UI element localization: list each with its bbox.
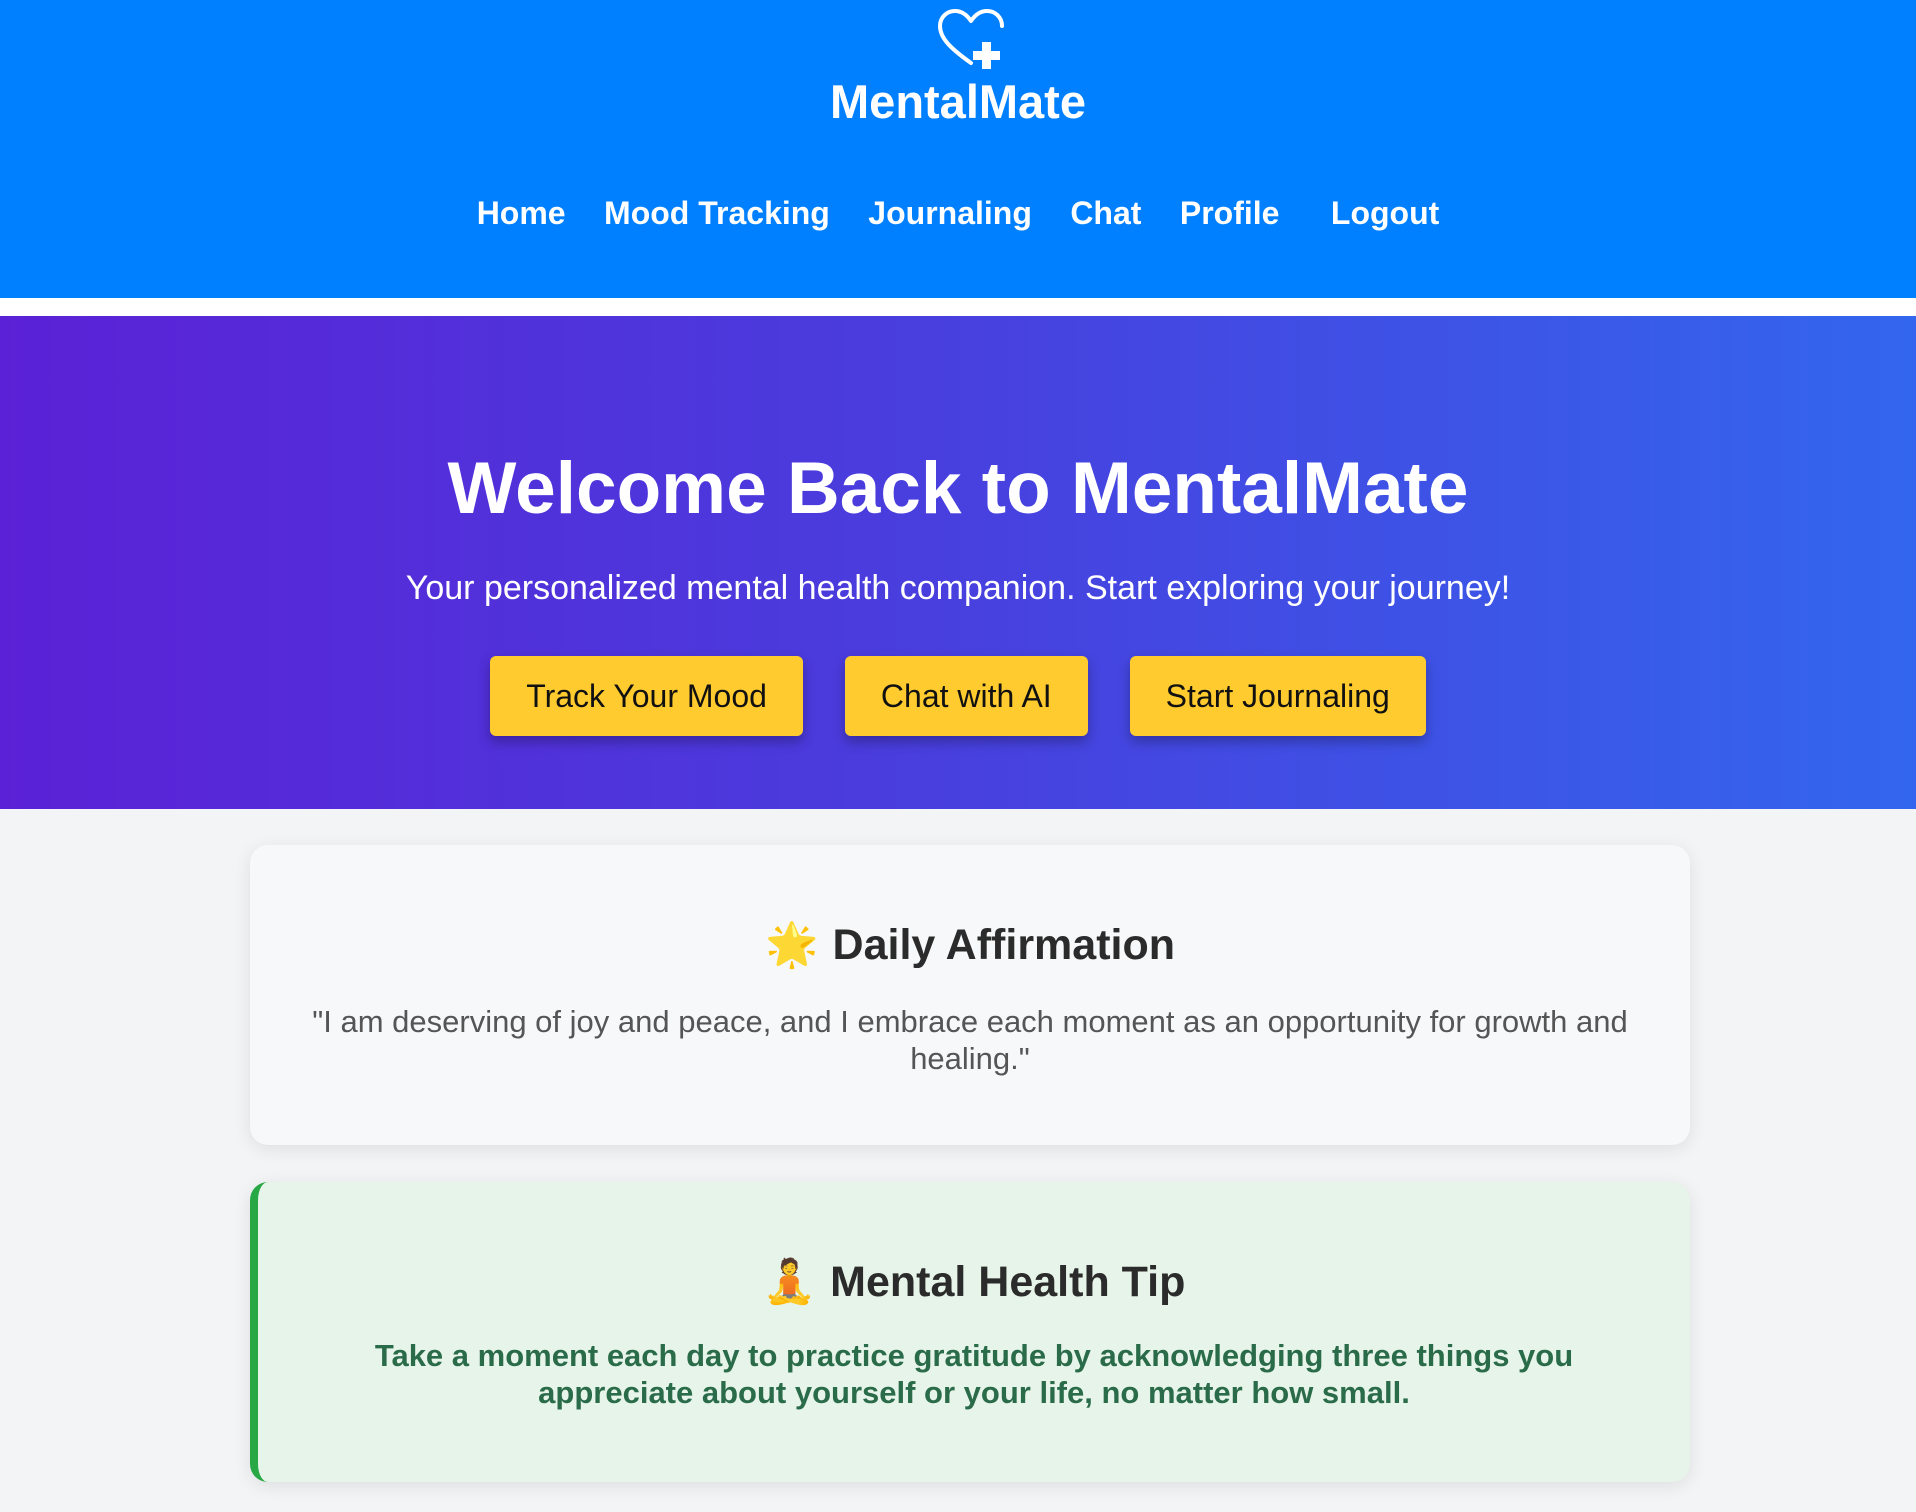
tip-heading-text: Mental Health Tip: [830, 1258, 1186, 1306]
brand-name[interactable]: MentalMate: [0, 72, 1916, 132]
nav-logout[interactable]: Logout: [1331, 186, 1439, 240]
header-divider: [0, 298, 1916, 316]
tip-heading: 🧘 Mental Health Tip: [258, 1254, 1690, 1310]
tip-text: Take a moment each day to practice grati…: [374, 1338, 1574, 1410]
affirmation-heading: 🌟 Daily Affirmation: [250, 917, 1690, 973]
affirmation-text: "I am deserving of joy and peace, and I …: [312, 1004, 1628, 1076]
nav-chat[interactable]: Chat: [1070, 186, 1141, 240]
track-mood-button[interactable]: Track Your Mood: [490, 656, 803, 736]
main-nav: Home Mood Tracking Journaling Chat Profi…: [0, 186, 1916, 240]
meditation-icon: 🧘: [762, 1257, 817, 1307]
affirmation-card: 🌟 Daily Affirmation "I am deserving of jo…: [250, 845, 1690, 1145]
nav-mood-tracking[interactable]: Mood Tracking: [604, 186, 830, 240]
hero-actions: Track Your Mood Chat with AI Start Journ…: [0, 656, 1916, 736]
hero-subtitle: Your personalized mental health companio…: [405, 569, 1511, 607]
nav-home[interactable]: Home: [477, 186, 566, 240]
nav-profile[interactable]: Profile: [1180, 186, 1280, 240]
start-journaling-button[interactable]: Start Journaling: [1129, 656, 1426, 736]
chat-with-ai-button[interactable]: Chat with AI: [844, 656, 1088, 736]
tip-card: 🧘 Mental Health Tip Take a moment each da…: [250, 1182, 1690, 1482]
site-header: MentalMate Home Mood Tracking Journaling…: [0, 0, 1916, 298]
hero-title: Welcome Back to MentalMate: [447, 448, 1469, 529]
heart-plus-icon[interactable]: [936, 8, 1006, 70]
hero-section: Welcome Back to MentalMate Your personal…: [0, 316, 1916, 809]
glowing-star-icon: 🌟: [765, 920, 819, 970]
nav-journaling[interactable]: Journaling: [868, 186, 1032, 240]
affirmation-heading-text: Daily Affirmation: [832, 921, 1175, 969]
